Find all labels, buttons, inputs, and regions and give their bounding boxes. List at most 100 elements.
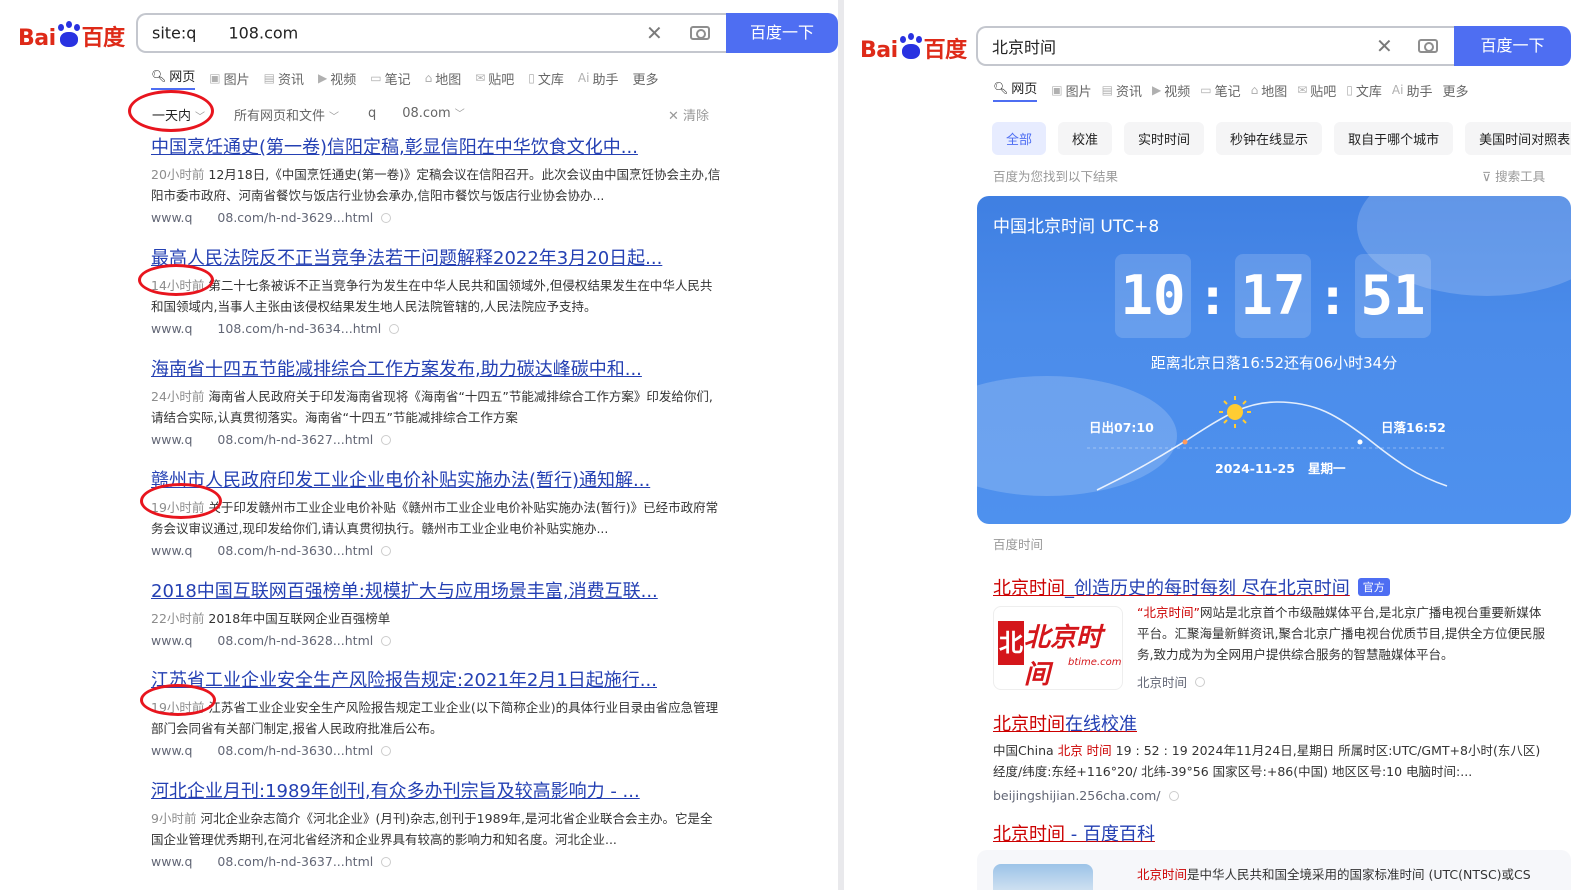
- tab-map[interactable]: ⌂ 地图: [425, 66, 462, 90]
- search-query[interactable]: 北京时间: [992, 34, 1056, 58]
- chip-calibrate[interactable]: 校准: [1058, 122, 1113, 155]
- tab-label: 视频: [1164, 84, 1191, 100]
- search-result: 江苏省工业企业安全生产风险报告规定:2021年2月1日起施行... 19小时前江…: [151, 666, 721, 758]
- logo-text-bai: Bai: [860, 38, 898, 63]
- result-title-link[interactable]: 北京时间 - 百度百科: [993, 820, 1553, 846]
- info-icon[interactable]: [389, 323, 400, 334]
- baidu-logo[interactable]: Bai 百度: [18, 20, 125, 52]
- tab-map[interactable]: ⌂ 地图: [1251, 78, 1288, 102]
- result-url[interactable]: beijingshijian.256cha.com/: [993, 788, 1553, 803]
- result-title-link[interactable]: 2018中国互联网百强榜单:规模扩大与应用场景丰富,消费互联...: [151, 577, 721, 603]
- source-text: 北京时间: [1137, 675, 1188, 690]
- result-source[interactable]: 北京时间: [1137, 672, 1206, 691]
- close-icon[interactable]: ✕: [1376, 34, 1393, 58]
- camera-icon[interactable]: [690, 26, 710, 40]
- result-url[interactable]: www.q 108.com/h-nd-3634...html: [151, 321, 721, 336]
- tab-notes[interactable]: ▭ 笔记: [1200, 78, 1240, 102]
- result-url[interactable]: www.q 08.com/h-nd-3630...html: [151, 543, 721, 558]
- close-icon[interactable]: ✕: [646, 21, 663, 45]
- result-title-link[interactable]: 赣州市人民政府印发工业企业电价补贴实施办法(暂行)通知解...: [151, 466, 721, 492]
- tab-label: 文库: [1355, 84, 1382, 100]
- result-title-link[interactable]: 海南省十四五节能减排综合工作方案发布,助力碳达峰碳中和...: [151, 355, 721, 381]
- tab-wenku[interactable]: ▯ 文库: [1346, 78, 1382, 102]
- search-result: 北京时间 - 百度百科: [993, 820, 1553, 846]
- search-button[interactable]: 百度一下: [1454, 26, 1571, 66]
- result-url[interactable]: www.q 08.com/h-nd-3627...html: [151, 432, 721, 447]
- tab-more[interactable]: 更多: [632, 66, 658, 90]
- info-icon[interactable]: [381, 434, 392, 445]
- snippet-highlight: “北京时间”: [1137, 605, 1200, 620]
- tab-tieba[interactable]: ✉ 贴吧: [475, 66, 514, 90]
- tab-video[interactable]: ▶ 视频: [318, 66, 356, 90]
- btime-logo-image[interactable]: 北 北京时间 btime.com: [993, 606, 1123, 690]
- clock-source: 百度时间: [993, 537, 1044, 552]
- tab-label: 资讯: [1115, 84, 1142, 100]
- result-url[interactable]: www.q 08.com/h-nd-3628...html: [151, 633, 721, 648]
- tab-web[interactable]: 🔍︎ 网页: [151, 66, 196, 90]
- tab-notes[interactable]: ▭ 笔记: [370, 66, 410, 90]
- tab-video[interactable]: ▶ 视频: [1152, 78, 1190, 102]
- result-url[interactable]: www.q 08.com/h-nd-3630...html: [151, 743, 721, 758]
- tab-news[interactable]: ▤ 资讯: [1102, 78, 1142, 102]
- news-icon: ▤: [263, 71, 275, 85]
- chip-us-time[interactable]: 美国时间对照表: [1465, 122, 1571, 155]
- camera-icon[interactable]: [1418, 39, 1438, 53]
- info-icon[interactable]: [381, 545, 392, 556]
- tab-assistant[interactable]: Ai 助手: [1392, 78, 1433, 102]
- clear-filter[interactable]: ✕ 清除: [668, 105, 709, 124]
- search-input[interactable]: 北京时间 ✕: [976, 26, 1454, 66]
- chip-city[interactable]: 取自于哪个城市: [1334, 122, 1454, 155]
- baidu-logo[interactable]: Bai 百度: [860, 32, 967, 64]
- tab-web[interactable]: 🔍︎ 网页: [993, 78, 1038, 102]
- title-highlight: 北京时间: [993, 578, 1065, 599]
- tab-tieba[interactable]: ✉ 贴吧: [1297, 78, 1336, 102]
- result-url-text: www.q 08.com/h-nd-3637...html: [151, 854, 374, 869]
- result-title-link[interactable]: 江苏省工业企业安全生产风险报告规定:2021年2月1日起施行...: [151, 666, 721, 692]
- search-input[interactable]: site:q 108.com ✕: [136, 13, 726, 53]
- info-icon[interactable]: [381, 212, 392, 223]
- tab-more[interactable]: 更多: [1442, 78, 1468, 102]
- baike-thumbnail[interactable]: [993, 864, 1093, 890]
- chip-all[interactable]: 全部: [992, 122, 1047, 155]
- site-filter[interactable]: q 08.com ﹀: [368, 105, 465, 121]
- chip-seconds[interactable]: 秒钟在线显示: [1216, 122, 1323, 155]
- result-title-link[interactable]: 北京时间_创造历史的每时每刻 尽在北京时间 官方: [993, 574, 1553, 600]
- result-url[interactable]: www.q 08.com/h-nd-3637...html: [151, 854, 721, 869]
- search-query[interactable]: site:q 108.com: [152, 24, 298, 43]
- result-url-text: www.q 08.com/h-nd-3627...html: [151, 432, 374, 447]
- result-snippet: 北京时间是中华人民共和国全境采用的国家标准时间 (UTC(NTSC)或CS: [1137, 864, 1531, 885]
- info-icon[interactable]: [381, 635, 392, 646]
- result-snippet: 9小时前 河北企业杂志简介《河北企业》(月刊)杂志,创刊于1989年,是河北省企业…: [151, 808, 721, 850]
- btime-logo-text: 北京时间: [1024, 623, 1103, 690]
- tab-wenku[interactable]: ▯ 文库: [528, 66, 564, 90]
- info-icon[interactable]: [381, 745, 392, 756]
- info-icon[interactable]: [1168, 790, 1179, 801]
- search-result: 海南省十四五节能减排综合工作方案发布,助力碳达峰碳中和... 24小时前 海南省人…: [151, 355, 721, 447]
- info-icon[interactable]: [381, 856, 392, 867]
- tab-news[interactable]: ▤ 资讯: [264, 66, 304, 90]
- tab-assistant[interactable]: Ai 助手: [578, 66, 619, 90]
- search-button[interactable]: 百度一下: [726, 13, 838, 53]
- tab-label: 地图: [435, 72, 462, 88]
- chip-realtime[interactable]: 实时时间: [1124, 122, 1205, 155]
- tab-label: 视频: [330, 72, 357, 88]
- clock-title: 中国北京时间 UTC+8: [993, 217, 1160, 237]
- date-label: 2024-11-25 星期一: [1215, 458, 1346, 477]
- result-title-link[interactable]: 河北企业月刊:1989年创刊,有众多办刊宗旨及较高影响力 - ...: [151, 777, 721, 803]
- info-icon[interactable]: [1195, 676, 1206, 687]
- result-url[interactable]: www.q 08.com/h-nd-3629...html: [151, 210, 721, 225]
- tab-images[interactable]: ▣ 图片: [209, 66, 249, 90]
- result-snippet-text: 江苏省工业企业安全生产风险报告规定工业企业(以下简称企业)的具体行业目录由省应急…: [151, 700, 719, 736]
- result-title-link[interactable]: 北京时间在线校准: [993, 710, 1553, 736]
- search-tabs: 🔍︎ 网页 ▣ 图片 ▤ 资讯 ▶ 视频 ▭ 笔记 ⌂ 地图 ✉ 贴吧 ▯ 文库 Ai 助手 更多: [151, 66, 673, 90]
- official-badge: 官方: [1357, 578, 1390, 596]
- sun-icon: [1219, 396, 1251, 428]
- filter-icon: ⊽: [1482, 169, 1496, 184]
- result-title-link[interactable]: 中国烹饪通史(第一卷)信阳定稿,彰显信阳在中华饮食文化中...: [151, 133, 721, 159]
- scope-filter[interactable]: 所有网页和文件 ﹀: [234, 105, 339, 124]
- sunset-label: 日落16:52: [1381, 420, 1446, 435]
- tab-label: 地图: [1261, 84, 1288, 100]
- result-title-link[interactable]: 最高人民法院反不正当竞争法若干问题解释2022年3月20日起...: [151, 244, 721, 270]
- tab-images[interactable]: ▣ 图片: [1051, 78, 1091, 102]
- search-tools[interactable]: ⊽ 搜索工具: [1482, 166, 1545, 185]
